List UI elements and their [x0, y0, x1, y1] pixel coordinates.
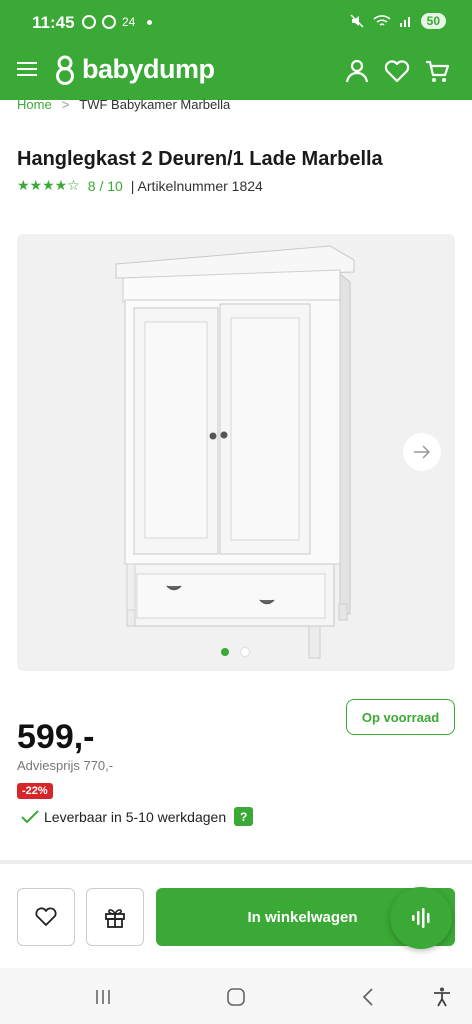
- chat-notification-icon: [82, 15, 96, 29]
- wishlist-button[interactable]: [17, 888, 75, 946]
- arrow-right-icon: [414, 445, 431, 459]
- gallery-dot-1[interactable]: [221, 648, 229, 656]
- voice-assistant-button[interactable]: [390, 887, 452, 949]
- status-system-icons: 50: [349, 13, 446, 29]
- section-divider: [0, 860, 472, 864]
- delivery-info: Leverbaar in 5-10 werkdagen ?: [20, 807, 254, 826]
- battery-indicator: 50: [420, 13, 446, 29]
- rating-value[interactable]: 8 / 10: [88, 178, 123, 194]
- stock-status-badge: Op voorraad: [346, 699, 455, 735]
- gift-button[interactable]: [86, 888, 144, 946]
- product-price: 599,-: [17, 718, 95, 756]
- gift-icon: [105, 909, 125, 928]
- status-time: 11:45: [32, 13, 75, 32]
- site-logo[interactable]: babydump: [54, 54, 215, 85]
- status-bar: 11:45 24 50: [0, 0, 472, 46]
- signal-icon: [399, 17, 410, 27]
- delivery-text: Leverbaar in 5-10 werkdagen: [44, 808, 227, 825]
- account-icon[interactable]: [344, 58, 370, 84]
- notification-count: 24: [122, 15, 136, 29]
- logo-icon: [56, 55, 74, 85]
- discount-badge: -22%: [17, 783, 53, 799]
- breadcrumb-separator: >: [61, 97, 70, 112]
- gallery-pagination: [221, 648, 249, 656]
- check-icon: [21, 809, 39, 823]
- breadcrumb: Home > TWF Babykamer Marbella: [17, 97, 230, 112]
- gallery-next-button[interactable]: [403, 433, 441, 471]
- breadcrumb-home[interactable]: Home: [17, 97, 52, 112]
- heart-icon[interactable]: [384, 58, 410, 84]
- wifi-icon: [373, 15, 391, 26]
- mute-icon: [350, 14, 364, 28]
- header-actions: [344, 58, 450, 84]
- home-icon[interactable]: [223, 984, 249, 1010]
- more-notifications-icon: [147, 19, 153, 25]
- product-gallery[interactable]: [17, 234, 455, 671]
- logo-text: babydump: [82, 54, 215, 84]
- breadcrumb-current[interactable]: TWF Babykamer Marbella: [79, 97, 230, 112]
- back-icon[interactable]: [355, 984, 381, 1010]
- product-title: Hanglegkast 2 Deuren/1 Lade Marbella: [17, 148, 383, 170]
- recent-apps-icon[interactable]: [90, 984, 116, 1010]
- status-notifications: 24: [82, 15, 153, 29]
- site-header: babydump: [0, 46, 472, 100]
- accessibility-icon[interactable]: [429, 984, 455, 1010]
- menu-icon[interactable]: [17, 58, 37, 80]
- article-number: | Artikelnummer 1824: [130, 177, 263, 194]
- whatsapp-icon: [102, 15, 116, 29]
- system-nav-bar: [0, 968, 472, 1024]
- heart-icon: [35, 907, 57, 926]
- voice-wave-icon: [412, 908, 430, 928]
- star-rating-icon[interactable]: ★★★★☆: [17, 177, 80, 194]
- cart-icon[interactable]: [424, 58, 450, 84]
- help-icon[interactable]: ?: [234, 807, 254, 826]
- gallery-dot-2[interactable]: [241, 648, 249, 656]
- rating-row: ★★★★☆ 8 / 10 | Artikelnummer 1824: [17, 177, 263, 194]
- advice-price: Adviesprijs 770,-: [17, 758, 114, 773]
- product-image: [115, 245, 355, 659]
